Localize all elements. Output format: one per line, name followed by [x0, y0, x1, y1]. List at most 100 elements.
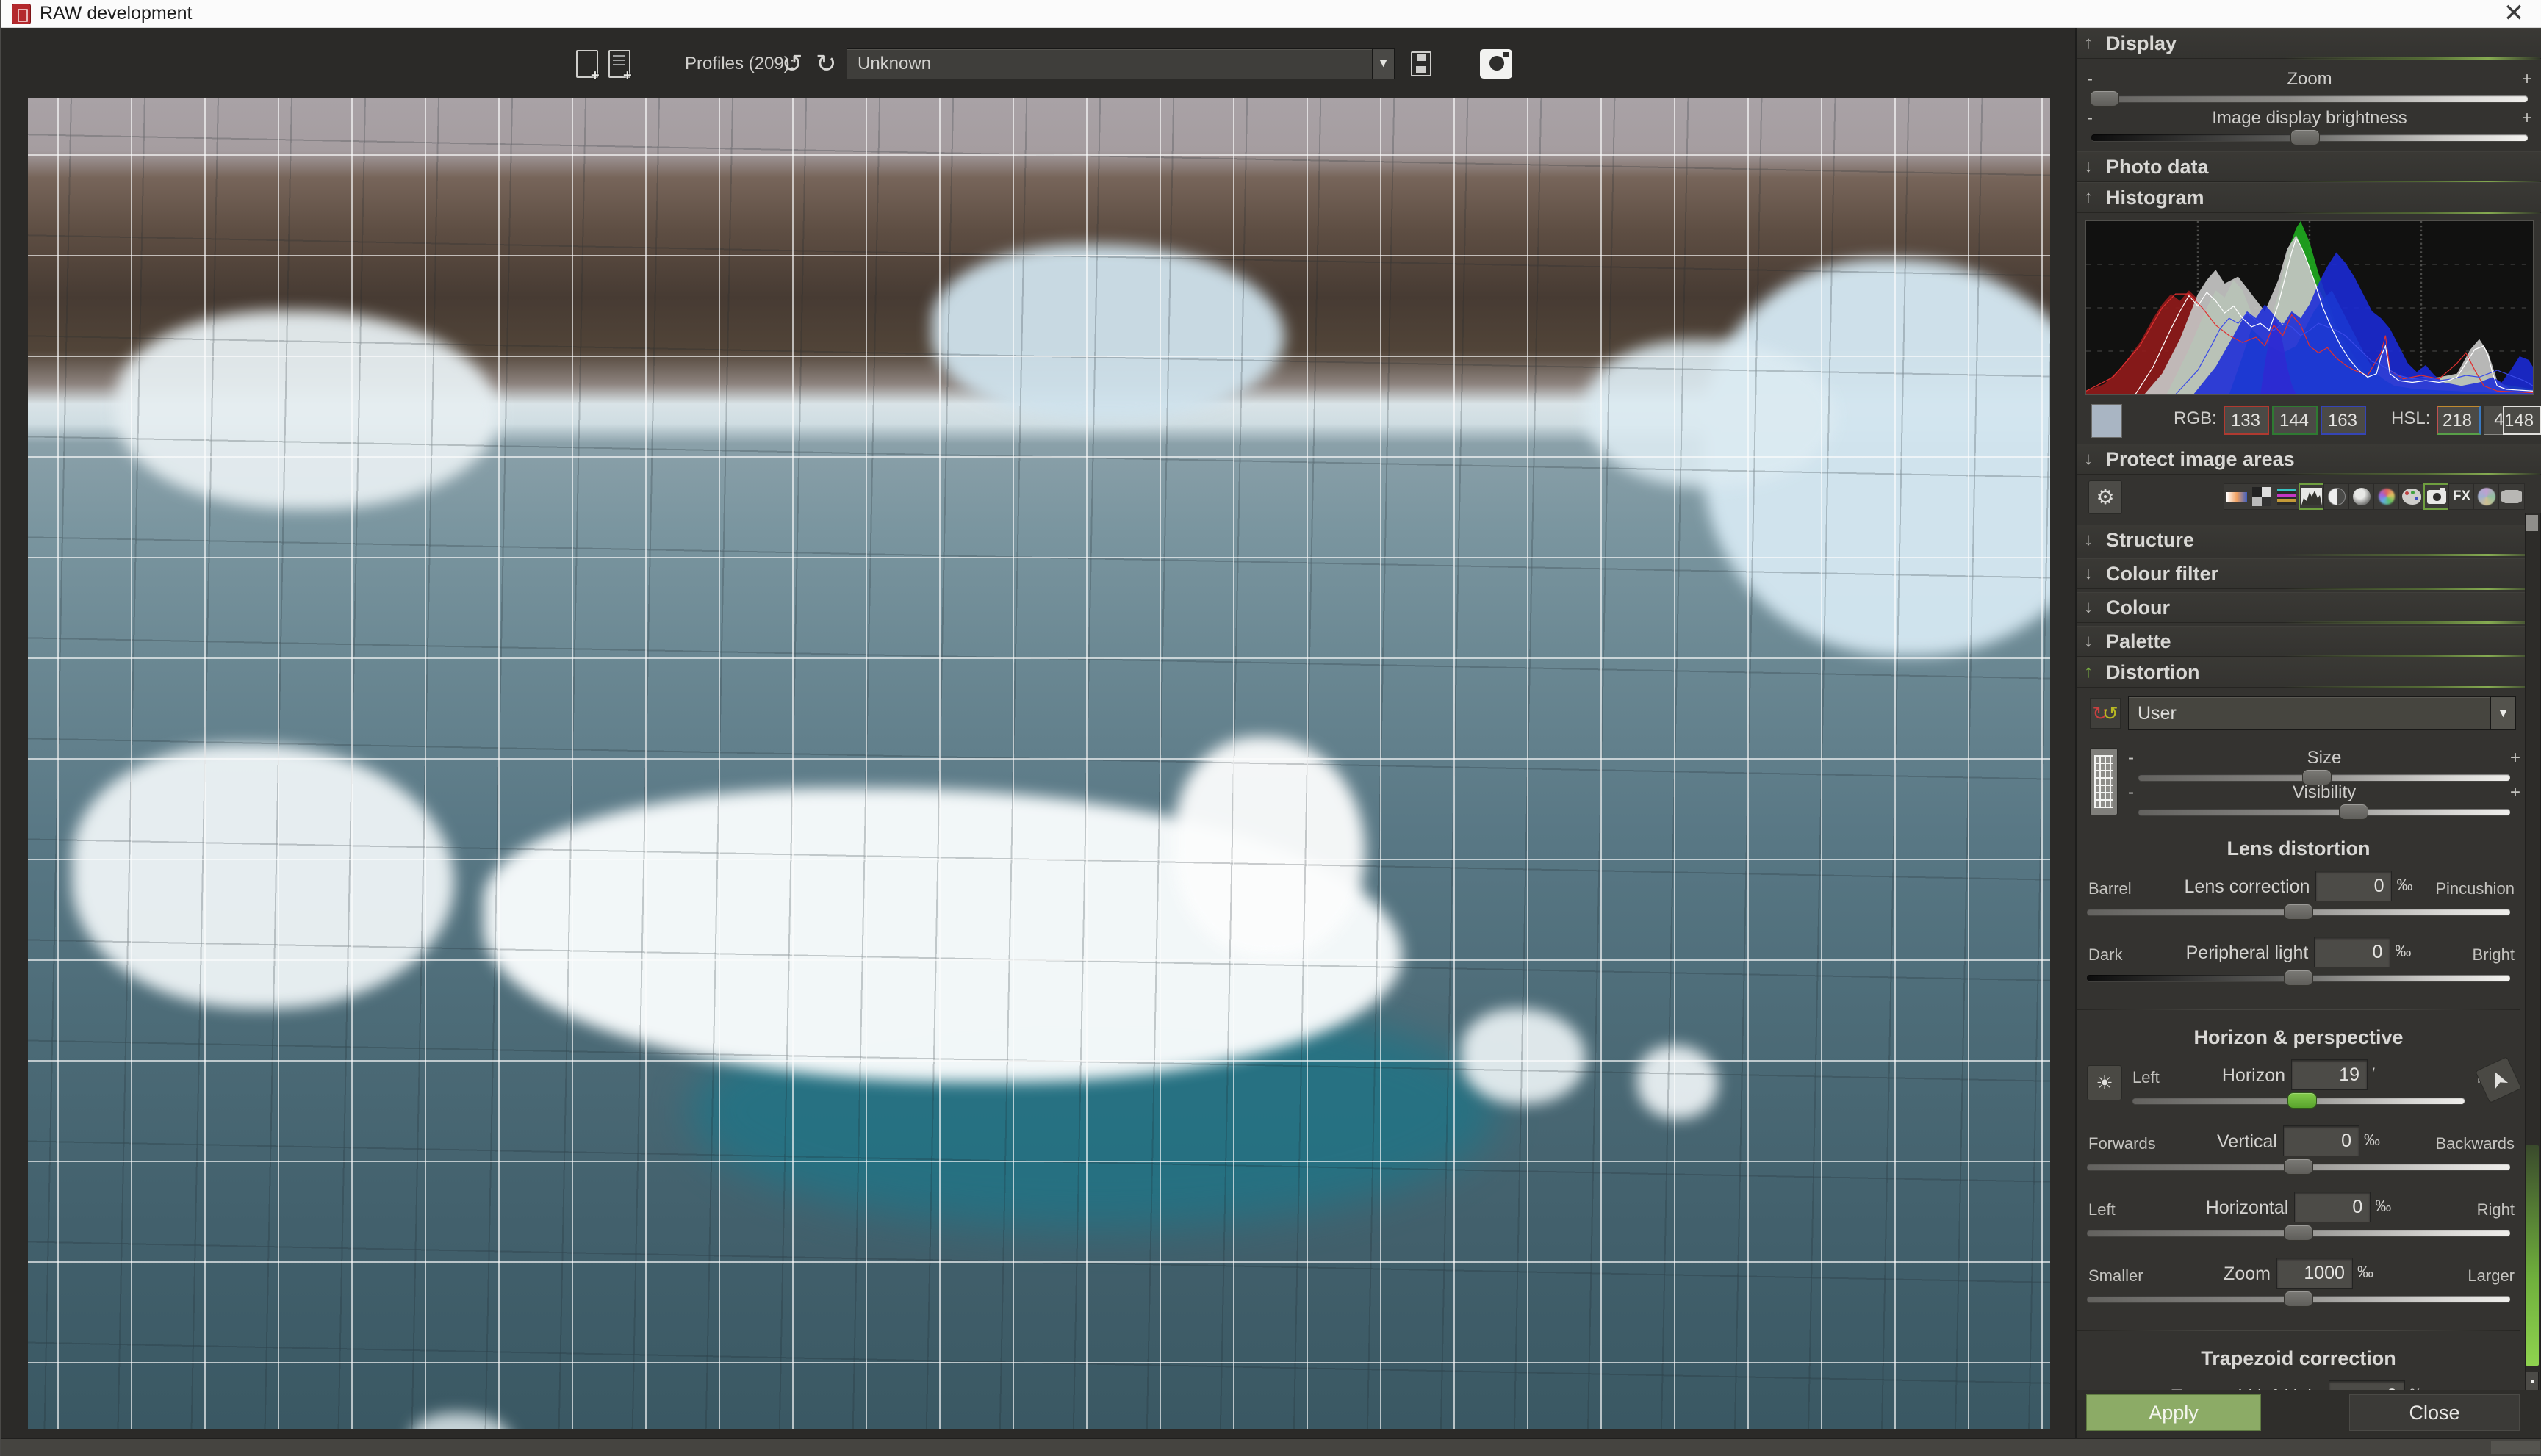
- slider-thumb[interactable]: [2339, 804, 2368, 820]
- undo-icon[interactable]: ↺: [782, 47, 803, 81]
- section-colour[interactable]: ↓Colour: [2077, 592, 2541, 623]
- palette-tool-icon[interactable]: [2398, 483, 2425, 510]
- value-input[interactable]: 0: [2294, 1192, 2371, 1222]
- slider-right-label: Pincushion: [2435, 879, 2515, 898]
- section-structure[interactable]: ↓Structure: [2077, 525, 2541, 555]
- unit-label: ‰: [2357, 1263, 2373, 1281]
- slider-track[interactable]: [2087, 1164, 2510, 1170]
- grid-visibility-row: - Visibility +: [2128, 782, 2520, 815]
- vignette-icon[interactable]: [2348, 483, 2375, 510]
- ai-brain-icon[interactable]: [2473, 483, 2500, 510]
- value-input[interactable]: 0: [2283, 1125, 2360, 1156]
- reset-parameters-icon[interactable]: ↻↺: [2090, 698, 2121, 729]
- group-title: Lens distortion: [2077, 837, 2520, 860]
- slider-right-label: Backwards: [2435, 1134, 2515, 1153]
- grid-icon: [2094, 755, 2113, 808]
- collapse-arrow-icon: ↑: [2084, 33, 2106, 54]
- size-plus[interactable]: +: [2510, 748, 2520, 768]
- horizon-level-icon[interactable]: ☀: [2087, 1065, 2122, 1100]
- histogram-tool-icon[interactable]: [2299, 483, 2325, 510]
- zoom-minus[interactable]: -: [2087, 69, 2093, 90]
- display-zoom-slider[interactable]: [2091, 95, 2528, 102]
- section-colour-filter[interactable]: ↓Colour filter: [2077, 558, 2541, 589]
- slider-track[interactable]: [2087, 1296, 2510, 1302]
- section-palette[interactable]: ↓Palette: [2077, 626, 2541, 657]
- zoom-plus[interactable]: +: [2522, 69, 2532, 90]
- section-protect-areas[interactable]: ↓ Protect image areas: [2077, 444, 2541, 475]
- slider-track[interactable]: [2087, 1230, 2510, 1236]
- slider-label: Lens correction: [2185, 876, 2310, 897]
- slider-thumb[interactable]: [2284, 1225, 2313, 1241]
- add-all-profiles-icon[interactable]: +: [608, 47, 630, 81]
- photo-canvas[interactable]: [28, 98, 2050, 1429]
- display-zoom-label: Zoom: [2081, 69, 2538, 90]
- section-histogram[interactable]: ↑ Histogram: [2077, 182, 2541, 213]
- slider-thumb[interactable]: [2090, 90, 2119, 107]
- distortion-preset-dropdown[interactable]: User ▼: [2128, 696, 2516, 730]
- gradient-map-icon[interactable]: [2224, 483, 2250, 510]
- group-separator: [2077, 1330, 2520, 1331]
- tone-curve-icon[interactable]: [2274, 483, 2300, 510]
- section-histogram-label: Histogram: [2106, 187, 2204, 209]
- panel-scrollbar[interactable]: [2525, 513, 2541, 1402]
- redo-icon[interactable]: ↻: [816, 47, 837, 81]
- film-icon[interactable]: [2498, 483, 2525, 510]
- slider-row-horizon: LeftHorizon19′Right☀➤: [2077, 1059, 2520, 1115]
- value-input[interactable]: 0: [2314, 937, 2390, 967]
- grid-size-row: - Size +: [2128, 748, 2520, 781]
- scrollbar-thumb[interactable]: [2526, 1145, 2539, 1366]
- value-input[interactable]: 1000: [2276, 1258, 2353, 1289]
- camera-profile-icon[interactable]: [2423, 483, 2450, 510]
- fx-icon[interactable]: FX: [2448, 483, 2475, 510]
- section-display[interactable]: ↑ Display: [2077, 28, 2541, 59]
- slider-thumb[interactable]: [2284, 970, 2313, 986]
- value-input[interactable]: 0: [2315, 871, 2392, 901]
- exposure-icon[interactable]: [2249, 483, 2275, 510]
- add-profile-icon[interactable]: +: [576, 47, 598, 81]
- scrollbar-top-button[interactable]: [2526, 515, 2538, 531]
- slider-thumb[interactable]: [2284, 1291, 2313, 1307]
- scrollbar-bottom-button[interactable]: [2526, 1372, 2539, 1392]
- slider-track[interactable]: [2132, 1098, 2465, 1104]
- section-distortion-label: Distortion: [2106, 661, 2200, 684]
- slider-thumb[interactable]: [2290, 129, 2320, 145]
- visibility-minus[interactable]: -: [2128, 782, 2134, 803]
- chevron-down-icon[interactable]: ▼: [2490, 697, 2515, 729]
- chevron-down-icon[interactable]: ▼: [1372, 49, 1394, 79]
- slider-thumb[interactable]: [2287, 1092, 2317, 1109]
- expand-arrow-icon: ↓: [2084, 631, 2106, 652]
- contrast-icon[interactable]: [2323, 483, 2350, 510]
- slider-label: Horizontal: [2206, 1197, 2289, 1218]
- resize-grip[interactable]: [2491, 1441, 2540, 1454]
- brightness-minus[interactable]: -: [2087, 108, 2093, 129]
- unit-label: ‰: [2375, 1197, 2391, 1215]
- expand-arrow-icon: ↓: [2084, 156, 2106, 177]
- close-window-button[interactable]: ✕: [2497, 0, 2531, 28]
- white-balance-icon[interactable]: [2373, 483, 2400, 510]
- section-photo-data[interactable]: ↓ Photo data: [2077, 151, 2541, 182]
- visibility-plus[interactable]: +: [2510, 782, 2520, 803]
- display-brightness-label: Image display brightness: [2081, 108, 2538, 129]
- grid-visibility-slider[interactable]: [2138, 809, 2510, 815]
- value-input[interactable]: 19: [2291, 1059, 2368, 1090]
- preview-display-icon[interactable]: [1480, 47, 1512, 81]
- slider-label: Peripheral light: [2186, 943, 2309, 963]
- grid-display-toggle[interactable]: [2090, 748, 2118, 815]
- slider-thumb[interactable]: [2284, 1158, 2313, 1175]
- size-minus[interactable]: -: [2128, 748, 2134, 768]
- close-button[interactable]: Close: [2349, 1394, 2520, 1431]
- slider-track[interactable]: [2087, 975, 2510, 981]
- grid-size-slider[interactable]: [2138, 774, 2510, 781]
- group-separator: [2077, 1009, 2520, 1010]
- apply-button[interactable]: Apply: [2086, 1394, 2261, 1431]
- profile-dropdown[interactable]: Unknown ▼: [847, 48, 1395, 79]
- expand-arrow-icon: ↓: [2084, 597, 2106, 618]
- gear-icon[interactable]: ⚙: [2088, 480, 2122, 514]
- save-profile-icon[interactable]: [1411, 47, 1431, 81]
- display-brightness-slider[interactable]: [2091, 134, 2528, 141]
- section-label: Colour: [2106, 597, 2170, 619]
- section-distortion[interactable]: ↑ Distortion: [2077, 657, 2541, 688]
- slider-track[interactable]: [2087, 909, 2510, 915]
- slider-thumb[interactable]: [2284, 904, 2313, 920]
- brightness-plus[interactable]: +: [2522, 108, 2532, 129]
